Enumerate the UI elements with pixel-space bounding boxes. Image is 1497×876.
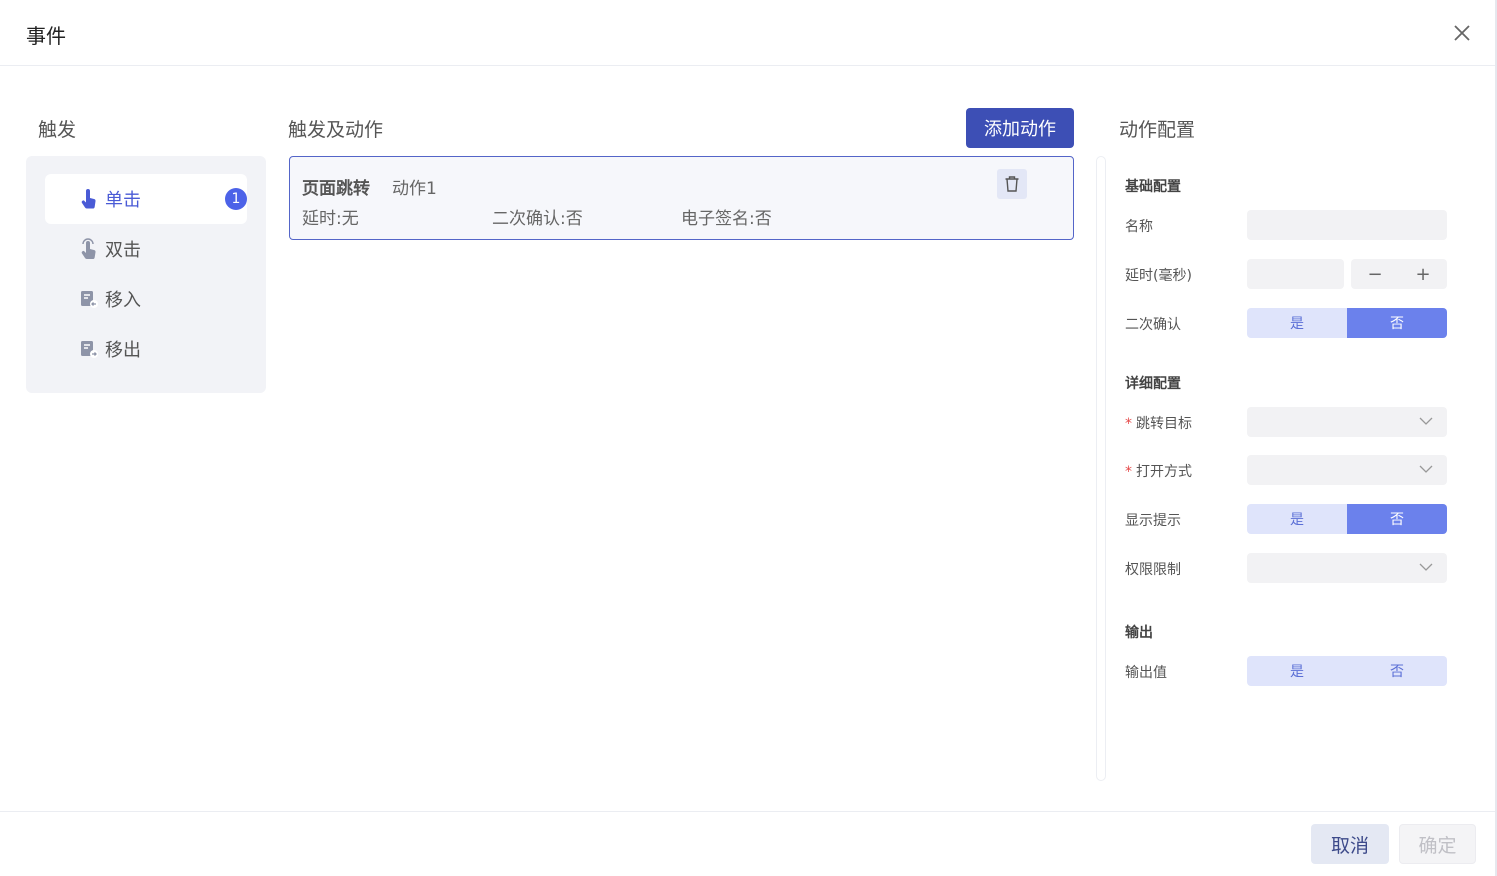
decrement-button[interactable]: − [1351,259,1399,289]
open-mode-label: * 打开方式 [1125,464,1192,480]
action-confirm: 二次确认:否 [492,209,583,229]
action-name: 动作1 [392,179,437,199]
action-signature: 电子签名:否 [681,209,772,229]
close-icon[interactable] [1450,21,1474,45]
cancel-button[interactable]: 取消 [1311,824,1389,864]
add-action-button[interactable]: 添加动作 [966,108,1074,148]
config-scrollbar[interactable] [1096,156,1106,781]
permission-label: 权限限制 [1125,562,1181,578]
target-select[interactable] [1247,407,1447,437]
confirm-label: 二次确认 [1125,317,1181,333]
tap-icon [81,189,96,209]
target-label: * 跳转目标 [1125,416,1192,432]
output-no-option[interactable]: 否 [1347,656,1447,686]
delay-label: 延时(毫秒) [1125,268,1192,284]
confirm-button[interactable]: 确定 [1399,824,1476,864]
delay-stepper: − + [1351,259,1447,289]
increment-button[interactable]: + [1399,259,1447,289]
name-label: 名称 [1125,219,1153,235]
confirm-yes-option[interactable]: 是 [1247,308,1347,338]
output-yes-option[interactable]: 是 [1247,656,1347,686]
permission-select[interactable] [1247,553,1447,583]
open-mode-select[interactable] [1247,455,1447,485]
chevron-down-icon [1419,563,1433,571]
trigger-label: 双击 [105,240,141,261]
double-tap-icon [81,238,96,260]
name-input[interactable] [1247,210,1447,240]
delay-input[interactable] [1247,259,1344,289]
show-hint-label: 显示提示 [1125,513,1181,529]
action-type: 页面跳转 [302,179,370,199]
trigger-item-double-click[interactable]: 双击 [45,224,247,274]
trigger-label: 移入 [105,290,141,311]
trigger-item-click[interactable]: 单击 1 [45,174,247,224]
dialog-title: 事件 [26,24,66,48]
move-in-icon [81,291,98,308]
config-section-title: 动作配置 [1119,119,1196,141]
output-value-toggle: 是 否 [1247,656,1447,686]
trigger-label: 单击 [105,190,141,211]
output-value-label: 输出值 [1125,665,1167,681]
output-title: 输出 [1125,625,1153,641]
trigger-item-move-out[interactable]: 移出 [45,324,247,374]
trigger-item-move-in[interactable]: 移入 [45,274,247,324]
chevron-down-icon [1419,465,1433,473]
confirm-no-option[interactable]: 否 [1347,308,1447,338]
basic-config-title: 基础配置 [1125,179,1181,195]
count-badge: 1 [225,188,247,210]
hint-no-option[interactable]: 否 [1347,504,1447,534]
confirm-toggle: 是 否 [1247,308,1447,338]
action-delay: 延时:无 [302,209,359,229]
delete-action-button[interactable] [997,169,1027,199]
show-hint-toggle: 是 否 [1247,504,1447,534]
dialog-header: 事件 [0,0,1497,66]
actions-section-title: 触发及动作 [288,119,384,141]
action-card[interactable]: 页面跳转 动作1 延时:无 二次确认:否 电子签名:否 [289,156,1074,240]
detail-config-title: 详细配置 [1125,376,1181,392]
hint-yes-option[interactable]: 是 [1247,504,1347,534]
trash-icon [1005,176,1019,192]
trigger-section-title: 触发 [38,119,77,141]
trigger-list: 单击 1 双击 移入 移出 [26,156,266,393]
dialog-footer [0,811,1495,876]
trigger-label: 移出 [105,340,141,361]
chevron-down-icon [1419,417,1433,425]
move-out-icon [81,341,98,358]
